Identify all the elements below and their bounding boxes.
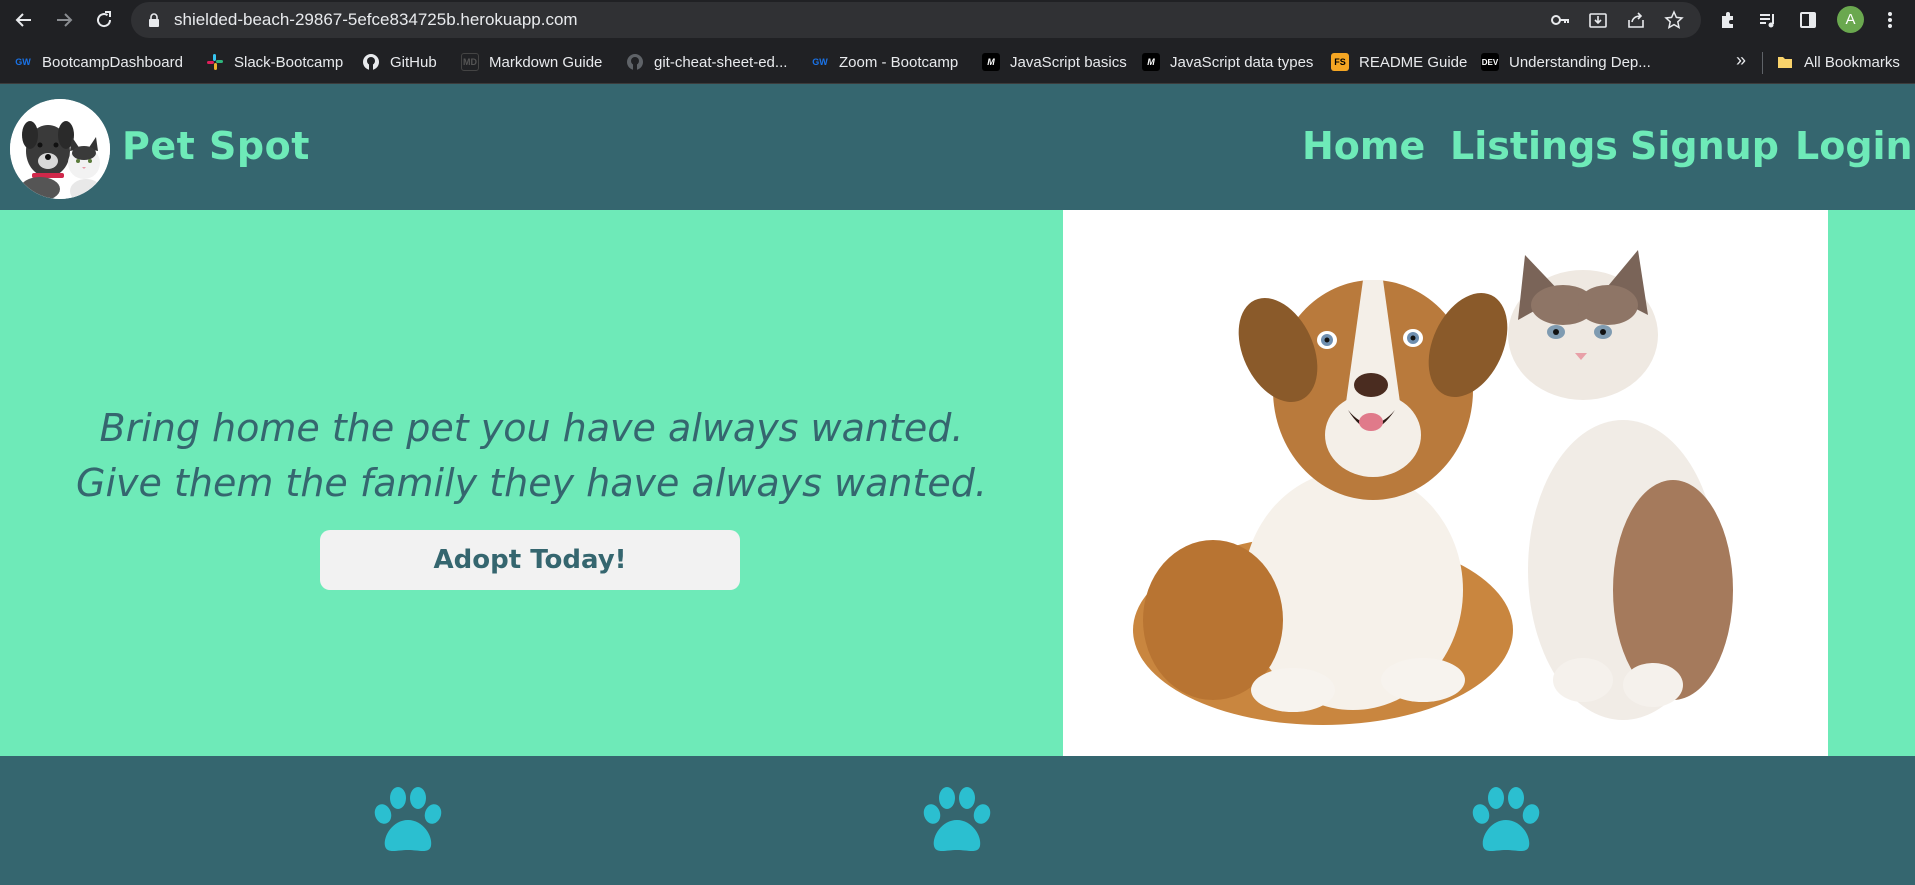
site-header: Pet Spot Home Listings Signup Login — [0, 84, 1915, 210]
bookmark-github[interactable]: GitHub — [362, 51, 437, 73]
bookmark-understanding-dep[interactable]: DEV Understanding Dep... — [1481, 51, 1651, 73]
forward-icon — [57, 13, 73, 27]
reload-icon — [97, 11, 112, 28]
hero-section: Bring home the pet you have always wante… — [0, 210, 1915, 756]
slack-icon — [206, 53, 224, 71]
paw-icon — [923, 787, 991, 851]
menu-icon[interactable] — [1878, 8, 1902, 32]
back-button[interactable] — [10, 6, 38, 34]
hero-tagline-line1: Bring home the pet you have always wante… — [99, 406, 964, 450]
bookmark-bootcampdashboard[interactable]: GW BootcampDashboard — [14, 51, 183, 73]
github-icon — [362, 53, 380, 71]
bookmark-readme-guide[interactable]: FS README Guide — [1331, 51, 1467, 73]
adopt-today-button[interactable]: Adopt Today! — [320, 530, 740, 590]
mdn-icon: M — [982, 53, 1000, 71]
markdown-icon: MD — [461, 53, 479, 71]
url-text: shielded-beach-29867-5efce834725b.heroku… — [174, 10, 578, 29]
github-icon — [626, 53, 644, 71]
share-icon[interactable] — [1625, 9, 1647, 31]
all-bookmarks-folder[interactable]: All Bookmarks — [1776, 51, 1900, 73]
browser-toolbar: shielded-beach-29867-5efce834725b.heroku… — [0, 0, 1915, 40]
fs-icon: FS — [1331, 53, 1349, 71]
nav-signup[interactable]: Signup — [1630, 124, 1779, 168]
site-footer — [0, 756, 1915, 885]
lock-icon — [149, 13, 159, 27]
dog-cat-logo-icon — [10, 99, 110, 199]
logo-image[interactable] — [10, 99, 110, 199]
media-icon[interactable] — [1756, 8, 1780, 32]
nav-listings[interactable]: Listings — [1450, 124, 1618, 168]
bookmark-markdown-guide[interactable]: MD Markdown Guide — [461, 51, 602, 73]
dog-and-cat-photo-icon — [1063, 210, 1828, 756]
nav-home[interactable]: Home — [1302, 124, 1425, 168]
side-panel-icon[interactable] — [1796, 8, 1820, 32]
key-icon[interactable] — [1549, 9, 1571, 31]
bookmark-zoom-bootcamp[interactable]: GW Zoom - Bootcamp — [811, 51, 958, 73]
mdn-icon: M — [1142, 53, 1160, 71]
gw-icon: GW — [15, 57, 31, 67]
bookmarks-bar: GW BootcampDashboard Slack-Bootcamp GitH… — [0, 40, 1915, 84]
folder-icon — [1776, 53, 1794, 71]
bookmark-slack-bootcamp[interactable]: Slack-Bootcamp — [206, 51, 343, 73]
address-bar[interactable]: shielded-beach-29867-5efce834725b.heroku… — [131, 2, 1701, 38]
gw-icon: GW — [812, 57, 828, 67]
extensions-icon[interactable] — [1716, 8, 1740, 32]
reload-button[interactable] — [90, 6, 118, 34]
back-icon — [15, 13, 31, 27]
bookmarks-divider — [1762, 52, 1763, 74]
paw-icon — [374, 787, 442, 851]
bookmark-javascript-basics[interactable]: M JavaScript basics — [982, 51, 1127, 73]
bookmark-javascript-data-types[interactable]: M JavaScript data types — [1142, 51, 1313, 73]
star-icon[interactable] — [1663, 9, 1685, 31]
bookmark-git-cheat-sheet[interactable]: git-cheat-sheet-ed... — [626, 51, 787, 73]
install-icon[interactable] — [1587, 9, 1609, 31]
more-bookmarks-button[interactable]: » — [1736, 50, 1746, 71]
paw-icon — [1472, 787, 1540, 851]
profile-avatar[interactable]: A — [1837, 6, 1864, 33]
nav-login[interactable]: Login — [1795, 124, 1913, 168]
site-title[interactable]: Pet Spot — [122, 124, 310, 168]
forward-button[interactable] — [50, 6, 78, 34]
hero-tagline-line2: Give them the family they have always wa… — [76, 461, 987, 505]
hero-image — [1063, 210, 1828, 756]
dev-icon: DEV — [1481, 53, 1499, 71]
